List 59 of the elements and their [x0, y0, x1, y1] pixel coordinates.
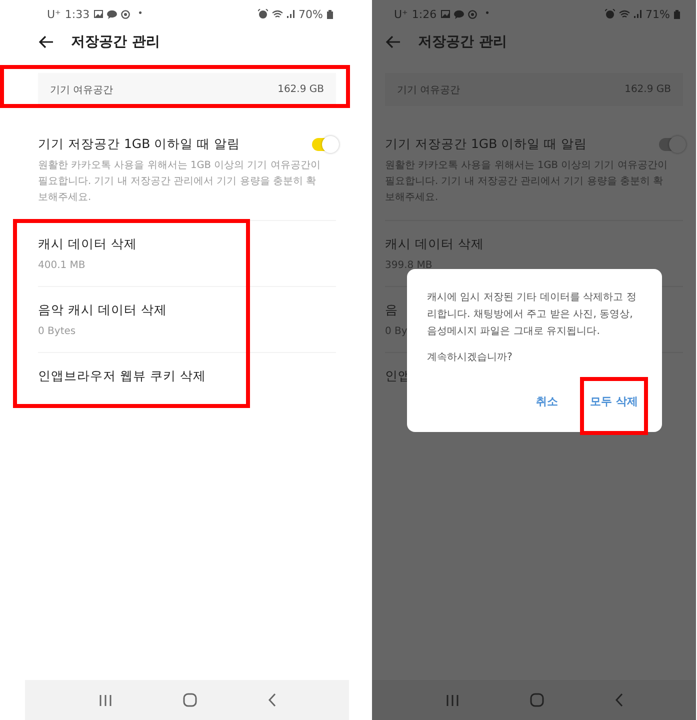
- chat-bubble-icon: [454, 10, 464, 18]
- back-arrow-icon: [38, 35, 54, 49]
- item-title: 캐시 데이터 삭제: [385, 236, 484, 253]
- home-icon: [182, 693, 196, 707]
- home-icon: [530, 693, 544, 707]
- setting-title: 기기 저장공간 1GB 이하일 때 알림: [38, 136, 240, 153]
- image-icon: [94, 10, 103, 18]
- recent-apps-icon: [98, 694, 112, 706]
- battery-icon: [327, 10, 333, 18]
- image-icon: [440, 10, 450, 18]
- item-title: 음: [385, 302, 398, 319]
- list-item[interactable]: 캐시 데이터 삭제 400.1 MB: [38, 221, 336, 287]
- dialog-button[interactable]: 취소: [530, 394, 564, 409]
- item-title: 인앱브라우저 웹뷰 쿠키 삭제: [38, 368, 206, 385]
- clock-time: 1:33: [64, 8, 90, 20]
- back-button[interactable]: [38, 35, 54, 49]
- item-size: 0 By: [385, 326, 408, 337]
- free-space-label: 기기 여유공간: [50, 84, 114, 96]
- wifi-icon: [618, 10, 630, 18]
- free-space-value: 162.9 GB: [278, 84, 324, 95]
- battery-percent: 71%: [646, 8, 670, 20]
- chevron-left-icon: [614, 693, 622, 707]
- toggle-switch[interactable]: [312, 138, 336, 151]
- chevron-left-icon: [268, 693, 276, 707]
- carrier-label: U⁺: [47, 8, 61, 20]
- dialog-button[interactable]: 모두 삭제: [584, 394, 644, 409]
- target-icon: [120, 10, 130, 18]
- chat-bubble-icon: [106, 10, 117, 18]
- toggle-switch[interactable]: [659, 138, 683, 151]
- dialog-message: 캐시에 임시 저장된 기타 데이터를 삭제하고 정리합니다. 채팅방에서 주고 받은 사진, 동영상, 음성메시지 파일은 그대로 유지됩니다.: [427, 291, 638, 339]
- alarm-icon: [604, 9, 615, 19]
- item-size: 399.8 MB: [385, 260, 432, 271]
- recent-apps-icon: [446, 694, 458, 706]
- target-icon: [468, 10, 477, 18]
- carrier-label: U⁺: [394, 8, 408, 20]
- dialog-question: 계속하시겠습니까?: [427, 351, 514, 364]
- clock-time: 1:26: [412, 8, 437, 20]
- notification-dot: •: [138, 9, 143, 19]
- setting-description: 원활한 카카오톡 사용을 위해서는 1GB 이상의 기기 여유공간이 필요합니다. 기기 내 저장공간 관리에서 기기 용량을 충분히 확보해주세요.: [385, 159, 668, 205]
- list-item[interactable]: 음악 캐시 데이터 삭제 0 Bytes: [38, 287, 336, 353]
- screen-title: 저장공간 관리: [71, 33, 160, 51]
- setting-description: 원활한 카카오톡 사용을 위해서는 1GB 이상의 기기 여유공간이 필요합니다. 기기 내 저장공간 관리에서 기기 용량을 충분히 확보해주세요.: [38, 159, 322, 205]
- alarm-icon: [258, 9, 268, 19]
- item-size: 400.1 MB: [38, 260, 86, 271]
- wifi-icon: [272, 10, 283, 18]
- setting-title: 기기 저장공간 1GB 이하일 때 알림: [385, 136, 588, 153]
- item-title: 음악 캐시 데이터 삭제: [38, 302, 167, 319]
- item-title: 캐시 데이터 삭제: [38, 236, 137, 253]
- list-item[interactable]: 인앱브라우저 웹뷰 쿠키 삭제: [38, 353, 336, 400]
- screen-title: 저장공간 관리: [418, 33, 507, 51]
- back-arrow-icon: [385, 35, 401, 49]
- free-space-label: 기기 여유공간: [397, 84, 460, 96]
- battery-icon: [674, 10, 680, 18]
- item-size: 0 Bytes: [38, 326, 76, 337]
- signal-icon: [286, 10, 295, 18]
- battery-percent: 70%: [298, 8, 323, 20]
- free-space-value: 162.9 GB: [624, 84, 671, 95]
- notification-dot: •: [484, 9, 490, 19]
- signal-icon: [634, 10, 642, 18]
